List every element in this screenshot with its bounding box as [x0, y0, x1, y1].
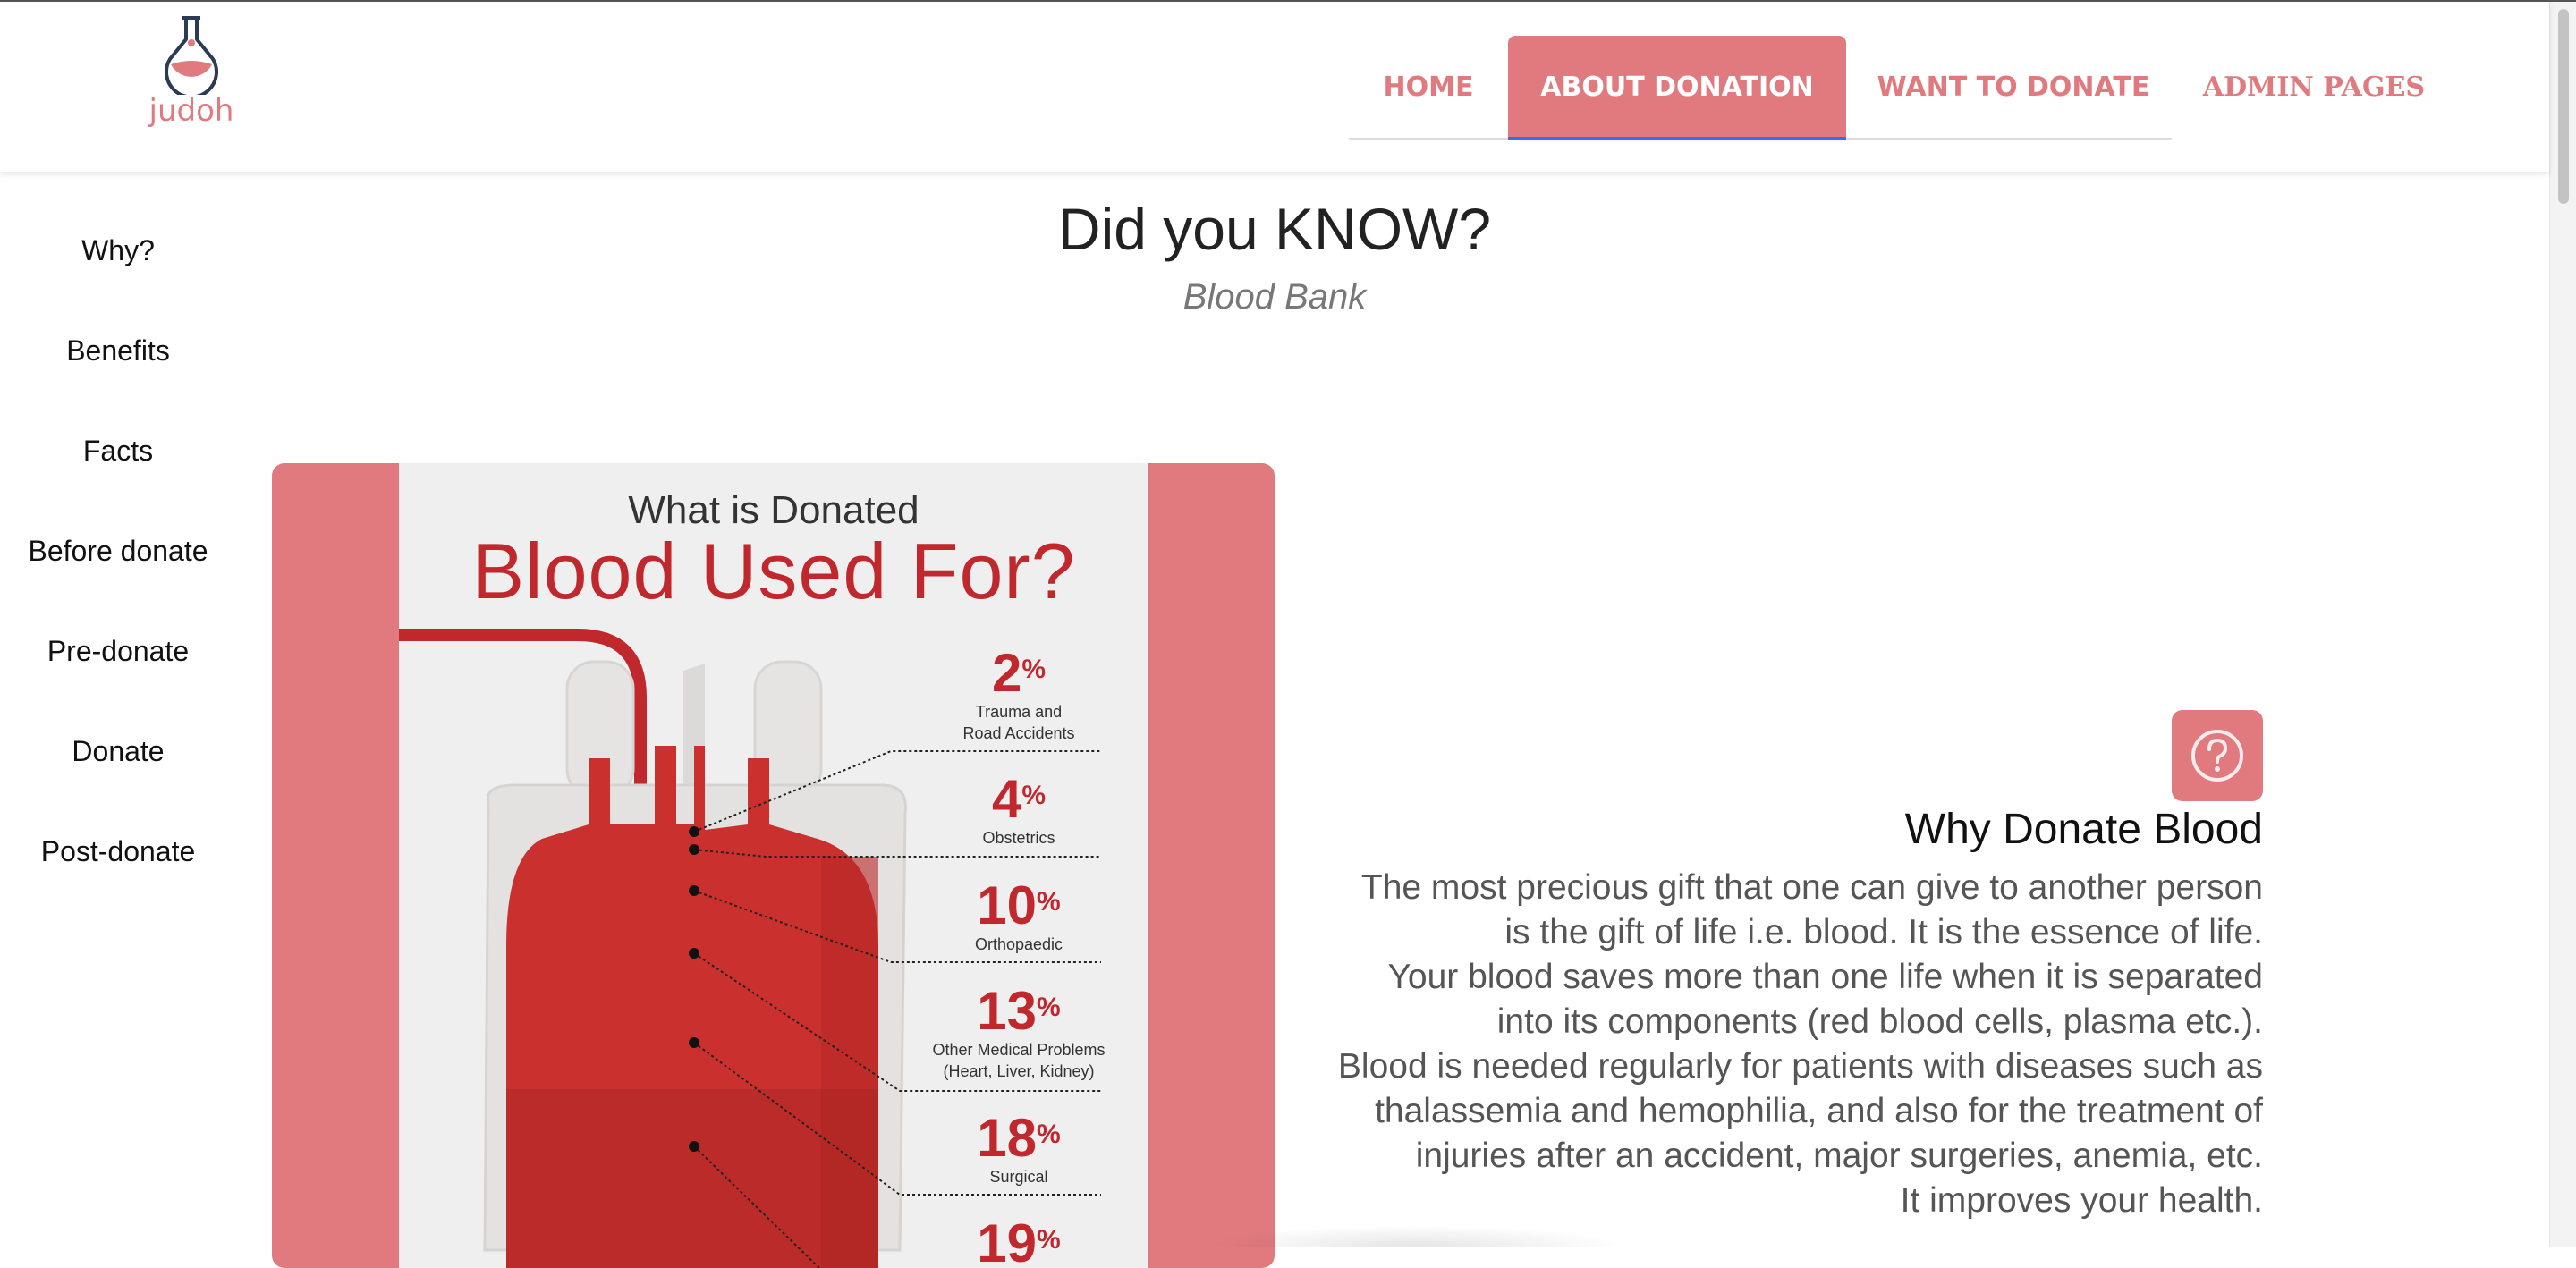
page-title: Did you KNOW?	[1057, 196, 1492, 262]
sidebar-item-pre-donate[interactable]: Pre-donate	[0, 635, 236, 735]
brand-logo[interactable]: judoh	[145, 13, 238, 133]
why-line: is the gift of life i.e. blood. It is th…	[1504, 913, 2263, 951]
stat-unit: %	[1021, 655, 1046, 684]
page-scrollbar[interactable]	[2549, 2, 2576, 1247]
stat-other-medical: 13% Other Medical Problems (Heart, Liver…	[902, 984, 1135, 1082]
stat-label: Obstetrics	[982, 829, 1055, 847]
page-subtitle: Blood Bank	[1182, 277, 1367, 317]
why-donate-title: Why Donate Blood	[1904, 806, 2263, 853]
stat-label: Trauma and	[975, 703, 1063, 721]
nav-want-to-donate[interactable]: WANT TO DONATE	[1846, 36, 2181, 139]
why-line: Your blood saves more than one life when…	[1387, 958, 2263, 996]
stat-value: 4	[991, 769, 1022, 829]
stat-partial: 19%	[902, 1216, 1135, 1268]
stat-label: Surgical	[989, 1168, 1048, 1186]
why-line: into its components (red blood cells, pl…	[1496, 1002, 2263, 1041]
infographic-image: What is Donated Blood Used For? 2% Traum…	[399, 463, 1148, 1268]
stat-value: 13	[977, 981, 1038, 1041]
why-line: It improves your health.	[1900, 1181, 2263, 1220]
stat-unit: %	[1037, 1120, 1061, 1149]
nav-about-donation[interactable]: ABOUT DONATION	[1508, 36, 1846, 140]
stat-surgical: 18% Surgical	[902, 1111, 1135, 1188]
scrollbar-thumb[interactable]	[2558, 9, 2569, 204]
sidebar-item-benefits[interactable]: Benefits	[0, 334, 236, 435]
sidebar-item-why[interactable]: Why?	[0, 234, 236, 334]
stat-label-2: (Heart, Liver, Kidney)	[943, 1062, 1095, 1080]
flask-icon	[165, 16, 218, 95]
sidebar: Why? Benefits Facts Before donate Pre-do…	[0, 234, 236, 935]
stat-value: 10	[977, 875, 1038, 935]
stat-orthopaedic: 10% Orthopaedic	[902, 878, 1135, 955]
stat-unit: %	[1037, 887, 1061, 917]
stat-trauma: 2% Trauma and Road Accidents	[902, 646, 1135, 744]
help-button[interactable]	[2172, 710, 2263, 801]
stat-label-2: Road Accidents	[962, 724, 1075, 742]
stat-value: 18	[977, 1108, 1038, 1168]
question-circle-icon	[2191, 730, 2243, 782]
sidebar-item-facts[interactable]: Facts	[0, 435, 236, 535]
sidebar-item-before-donate[interactable]: Before donate	[0, 535, 236, 635]
nav-admin-pages[interactable]: ADMIN PAGES	[2184, 36, 2444, 139]
site-header: judoh HOME ABOUT DONATION WANT TO DONATE…	[0, 2, 2549, 172]
why-line: thalassemia and hemophilia, and also for…	[1375, 1092, 2263, 1130]
nav-home[interactable]: HOME	[1349, 36, 1508, 139]
stat-value: 2	[991, 643, 1022, 703]
why-line: injuries after an accident, major surger…	[1415, 1137, 2263, 1175]
stat-label: Orthopaedic	[974, 935, 1063, 953]
brand-name: judoh	[148, 93, 234, 129]
infographic-heading-large: Blood Used For?	[471, 527, 1076, 615]
why-donate-body: The most precious gift that one can give…	[1288, 866, 2263, 1223]
sidebar-item-donate[interactable]: Donate	[0, 735, 236, 835]
sidebar-item-post-donate[interactable]: Post-donate	[0, 835, 236, 935]
stat-unit: %	[1037, 993, 1061, 1022]
floating-shadow	[1199, 1225, 1628, 1247]
stat-label: Other Medical Problems	[932, 1041, 1106, 1059]
stat-obstetrics: 4% Obstetrics	[902, 772, 1135, 849]
stat-value: 19	[977, 1213, 1038, 1268]
stat-unit: %	[1037, 1225, 1061, 1255]
stat-unit: %	[1021, 781, 1046, 810]
why-line: Blood is needed regularly for patients w…	[1337, 1047, 2263, 1086]
infographic-card: What is Donated Blood Used For? 2% Traum…	[272, 463, 1275, 1268]
why-line: The most precious gift that one can give…	[1360, 868, 2263, 907]
